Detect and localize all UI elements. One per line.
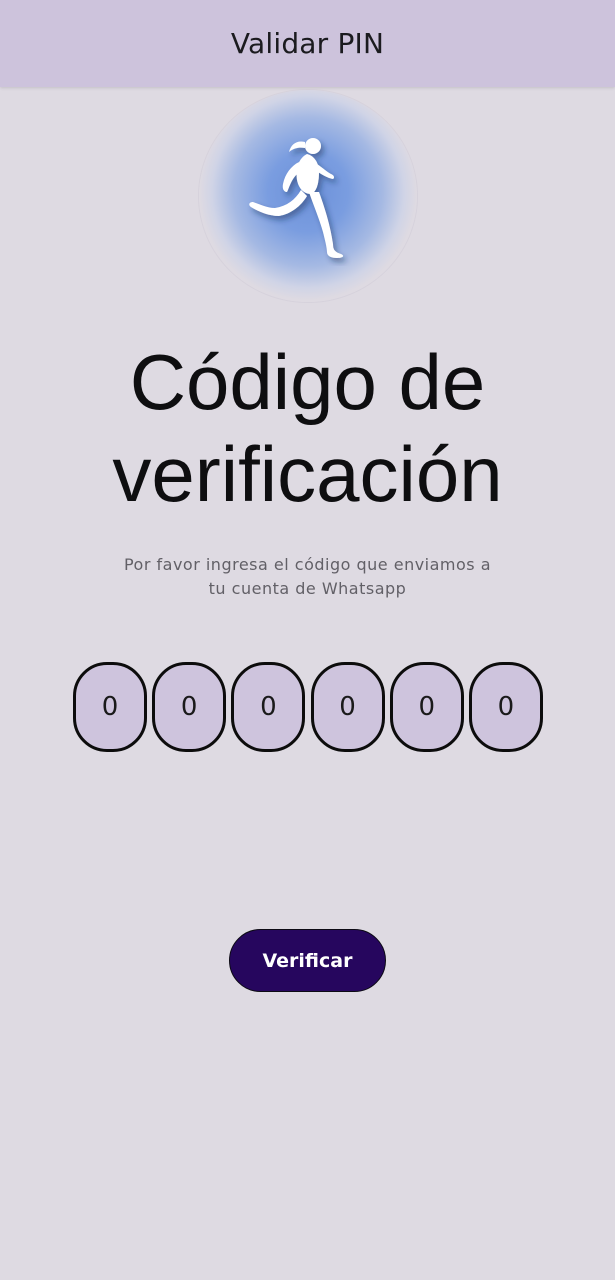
subtitle-line-2: tu cuenta de Whatsapp bbox=[208, 579, 407, 598]
verification-heading: Código de verificación bbox=[0, 336, 615, 520]
verify-button[interactable]: Verificar bbox=[229, 929, 386, 992]
app-bar: Validar PIN bbox=[0, 0, 615, 87]
heading-line-2: verificación bbox=[112, 430, 503, 518]
runner-icon bbox=[249, 138, 344, 258]
pin-digit-1[interactable]: 0 bbox=[73, 662, 147, 752]
heading-line-1: Código de bbox=[129, 338, 486, 426]
pin-digit-3[interactable]: 0 bbox=[231, 662, 306, 752]
subtitle-line-1: Por favor ingresa el código que enviamos… bbox=[123, 555, 492, 574]
pin-digit-2[interactable]: 0 bbox=[152, 662, 227, 752]
pin-digit-5[interactable]: 0 bbox=[389, 662, 464, 752]
app-logo bbox=[199, 90, 417, 302]
page-title: Validar PIN bbox=[230, 27, 385, 60]
pin-input-group: 0 0 0 0 0 0 bbox=[73, 662, 543, 756]
pin-digit-6[interactable]: 0 bbox=[468, 662, 543, 752]
pin-digit-4[interactable]: 0 bbox=[310, 662, 385, 752]
instructions-text: Por favor ingresa el código que enviamos… bbox=[110, 553, 505, 601]
